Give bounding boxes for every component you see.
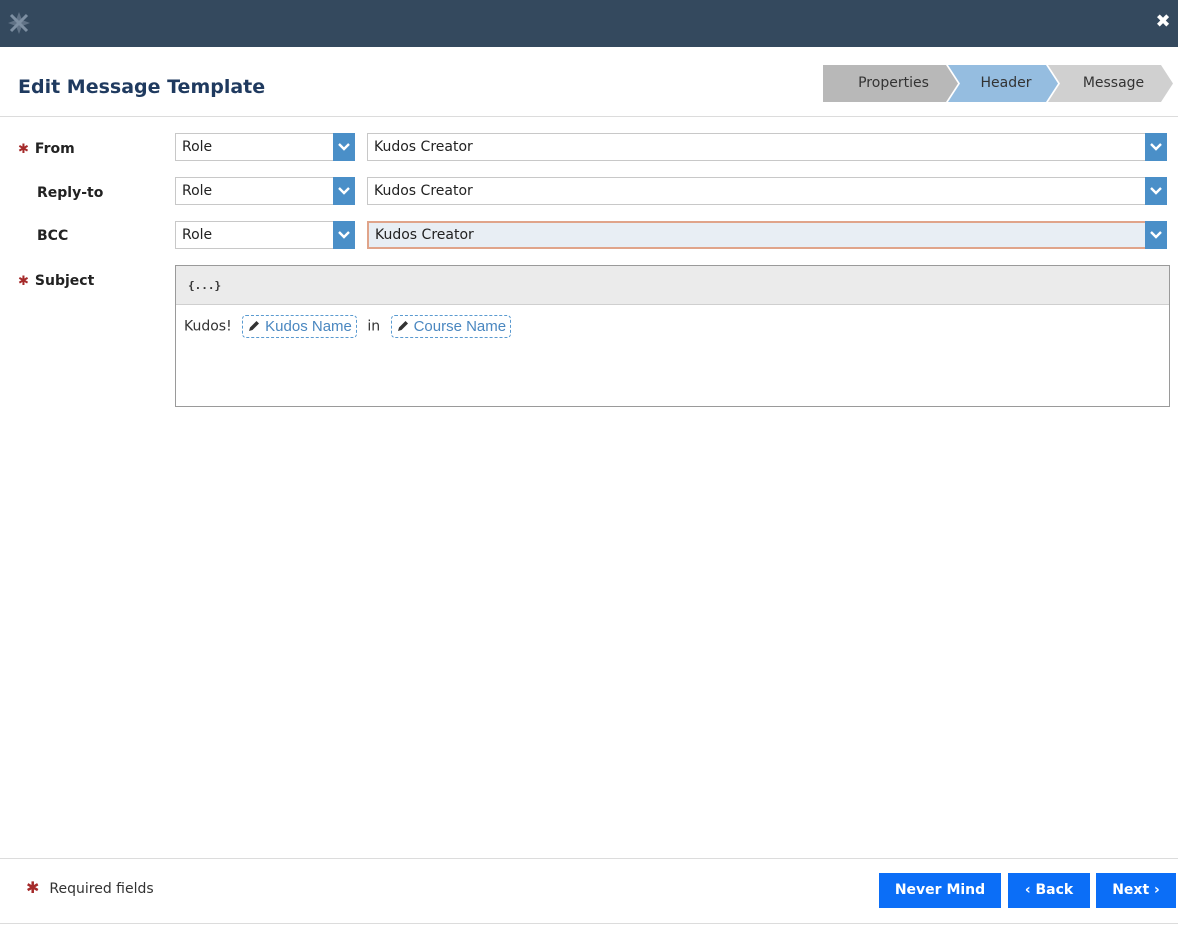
pencil-icon (249, 321, 260, 331)
subject-toolbar: {...} (176, 266, 1169, 305)
chevron-down-icon[interactable] (333, 133, 355, 161)
subject-text-between: in (367, 318, 381, 335)
kudos-name-token[interactable]: Kudos Name (242, 315, 357, 338)
reply-to-label: Reply-to (18, 185, 103, 201)
course-name-token[interactable]: Course Name (390, 315, 512, 338)
insert-token-button[interactable]: {...} (188, 279, 221, 292)
bcc-label-text: BCC (37, 228, 69, 244)
from-recipient-value: Kudos Creator (374, 139, 473, 155)
course-name-token-label: Course Name (413, 318, 507, 335)
step-properties[interactable]: Properties (823, 65, 958, 102)
reply-to-type-value: Role (182, 183, 213, 199)
footer-divider (0, 858, 1178, 859)
bcc-type-select[interactable]: Role (175, 221, 355, 249)
required-marker-icon: ✱ (26, 878, 40, 897)
bcc-label: BCC (18, 228, 68, 244)
subject-label-text: Subject (34, 273, 95, 289)
subject-content[interactable]: Kudos! Kudos Name in Course Name (176, 305, 1169, 338)
bottom-divider (0, 923, 1178, 924)
from-recipient-select[interactable]: Kudos Creator (367, 133, 1167, 161)
required-fields-note: ✱ Required fields (26, 878, 154, 897)
star-cross-logo-icon (6, 10, 32, 36)
pencil-icon (397, 321, 408, 331)
back-button[interactable]: ‹ Back (1008, 873, 1090, 908)
reply-to-recipient-select[interactable]: Kudos Creator (367, 177, 1167, 205)
step-message-label: Message (1082, 75, 1145, 91)
required-fields-text: Required fields (49, 881, 154, 897)
from-label: ✱ From (18, 141, 75, 157)
chevron-down-icon[interactable] (1145, 177, 1167, 205)
chevron-down-icon[interactable] (1145, 133, 1167, 161)
step-header[interactable]: Header (948, 65, 1058, 102)
next-button[interactable]: Next › (1096, 873, 1176, 908)
never-mind-button[interactable]: Never Mind (879, 873, 1001, 908)
subject-label: ✱ Subject (18, 273, 94, 289)
required-marker-icon: ✱ (18, 274, 29, 289)
from-type-select[interactable]: Role (175, 133, 355, 161)
from-label-text: From (34, 141, 75, 157)
step-message[interactable]: Message (1048, 65, 1173, 102)
required-marker-icon: ✱ (18, 142, 29, 157)
chevron-down-icon[interactable] (333, 221, 355, 249)
subject-text-prefix: Kudos! (184, 318, 232, 335)
bcc-type-value: Role (182, 227, 213, 243)
step-header-label: Header (980, 75, 1032, 91)
bcc-recipient-select[interactable]: Kudos Creator (367, 221, 1167, 249)
bcc-recipient-value: Kudos Creator (375, 227, 474, 243)
from-type-value: Role (182, 139, 213, 155)
step-properties-label: Properties (858, 75, 929, 91)
reply-to-type-select[interactable]: Role (175, 177, 355, 205)
top-bar: ✖ (0, 0, 1178, 47)
chevron-down-icon[interactable] (333, 177, 355, 205)
page-title: Edit Message Template (18, 76, 266, 98)
chevron-down-icon[interactable] (1145, 221, 1167, 249)
reply-to-recipient-value: Kudos Creator (374, 183, 473, 199)
subject-editor[interactable]: {...} Kudos! Kudos Name in Course Name (175, 265, 1170, 407)
header-divider (0, 116, 1178, 117)
kudos-name-token-label: Kudos Name (265, 318, 352, 335)
reply-to-label-text: Reply-to (37, 185, 104, 201)
close-icon[interactable]: ✖ (1152, 11, 1174, 33)
